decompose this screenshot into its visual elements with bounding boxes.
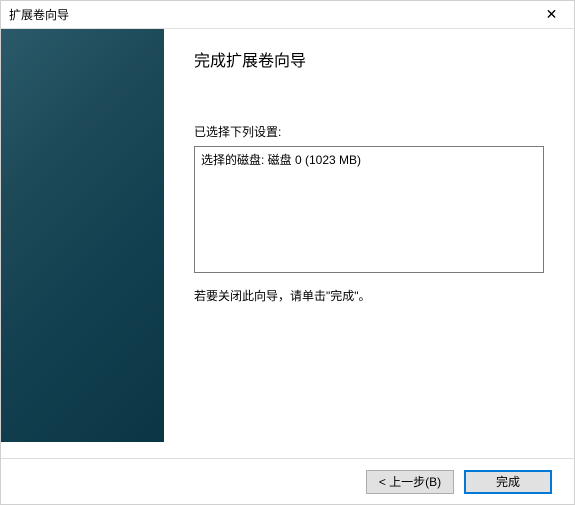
titlebar: 扩展卷向导 ✕ (1, 1, 574, 29)
window-title: 扩展卷向导 (9, 6, 69, 23)
settings-item: 选择的磁盘: 磁盘 0 (1023 MB) (201, 151, 537, 168)
finish-button[interactable]: 完成 (464, 470, 552, 494)
page-heading: 完成扩展卷向导 (194, 47, 544, 71)
selected-settings-label: 已选择下列设置: (194, 123, 544, 140)
back-button[interactable]: < 上一步(B) (366, 470, 454, 494)
wizard-window: 扩展卷向导 ✕ 完成扩展卷向导 已选择下列设置: 选择的磁盘: 磁盘 0 (10… (0, 0, 575, 505)
content-area: 完成扩展卷向导 已选择下列设置: 选择的磁盘: 磁盘 0 (1023 MB) 若… (1, 29, 574, 458)
close-icon: ✕ (546, 6, 558, 23)
finish-hint: 若要关闭此向导，请单击"完成"。 (194, 287, 544, 304)
settings-listbox[interactable]: 选择的磁盘: 磁盘 0 (1023 MB) (194, 146, 544, 273)
button-row: < 上一步(B) 完成 (1, 458, 574, 504)
main-panel: 完成扩展卷向导 已选择下列设置: 选择的磁盘: 磁盘 0 (1023 MB) 若… (164, 29, 574, 458)
wizard-side-graphic (1, 29, 164, 442)
close-button[interactable]: ✕ (529, 1, 574, 29)
